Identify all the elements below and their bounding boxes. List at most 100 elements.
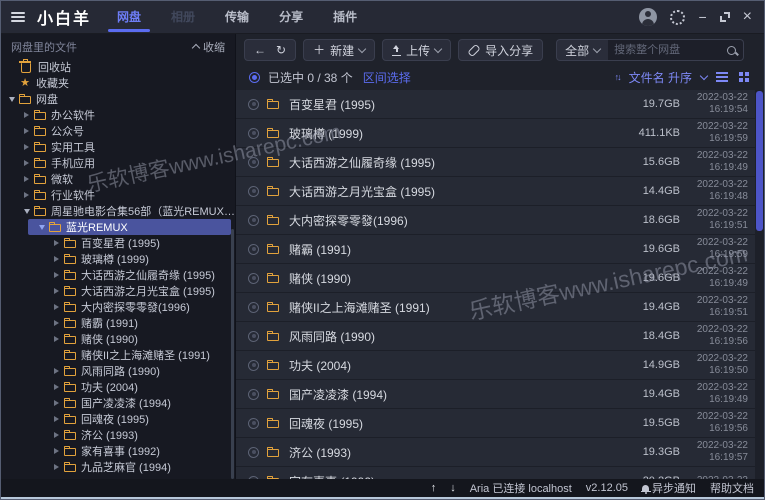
sidebar-item[interactable]: 国产凌凌漆 (1994) xyxy=(1,395,235,411)
expand-arrow-icon[interactable] xyxy=(24,209,34,214)
sidebar-item[interactable]: 回魂夜 (1995) xyxy=(1,411,235,427)
expand-arrow-icon[interactable] xyxy=(54,256,64,262)
row-radio-icon[interactable] xyxy=(248,301,259,313)
search-button[interactable] xyxy=(720,39,745,61)
sidebar-item[interactable]: 九品芝麻官 (1994) xyxy=(1,459,235,475)
expand-arrow-icon[interactable] xyxy=(54,384,64,390)
minimize-button[interactable]: − xyxy=(698,10,706,24)
sidebar-item[interactable]: 风雨同路 (1990) xyxy=(1,363,235,379)
sidebar-item[interactable]: 网盘 xyxy=(1,91,235,107)
row-radio-icon[interactable] xyxy=(248,446,259,458)
sidebar-item[interactable]: 百变星君 (1995) xyxy=(1,235,235,251)
sidebar-item[interactable]: 赌侠II之上海滩赌圣 (1991) xyxy=(1,347,235,363)
settings-gear-icon[interactable] xyxy=(670,9,686,25)
sidebar-item[interactable]: 蓝光REMUX xyxy=(1,219,235,235)
row-radio-icon[interactable] xyxy=(248,156,259,168)
tab-plugin[interactable]: 插件 xyxy=(333,1,357,34)
tab-netdisk[interactable]: 网盘 xyxy=(108,1,151,34)
table-row[interactable]: 国产凌凌漆 (1994) 19.4GB 2022-03-22 16:19:49 xyxy=(236,380,764,409)
expand-arrow-icon[interactable] xyxy=(54,416,64,422)
row-radio-icon[interactable] xyxy=(248,359,259,371)
row-radio-icon[interactable] xyxy=(248,388,259,400)
upload-speed-icon[interactable]: ↑ xyxy=(431,482,437,494)
grid-view-icon[interactable] xyxy=(739,72,743,76)
expand-arrow-icon[interactable] xyxy=(54,400,64,406)
expand-arrow-icon[interactable] xyxy=(24,176,34,182)
scrollbar-track[interactable] xyxy=(755,90,764,479)
sidebar-item[interactable]: 赌霸 (1991) xyxy=(1,315,235,331)
row-radio-icon[interactable] xyxy=(248,330,259,342)
table-row[interactable]: 赌侠 (1990) 19.6GB 2022-03-22 16:19:49 xyxy=(236,264,764,293)
sidebar-item[interactable]: 家有喜事 (1992) xyxy=(1,443,235,459)
table-row[interactable]: 赌霸 (1991) 19.6GB 2022-03-22 16:19:59 xyxy=(236,235,764,264)
sidebar-item[interactable]: 济公 (1993) xyxy=(1,427,235,443)
table-row[interactable]: 赌侠II之上海滩赌圣 (1991) 19.4GB 2022-03-22 16:19:5… xyxy=(236,293,764,322)
table-row[interactable]: 济公 (1993) 19.3GB 2022-03-22 16:19:57 xyxy=(236,438,764,467)
tab-transfer[interactable]: 传输 xyxy=(225,1,249,34)
table-row[interactable]: 风雨同路 (1990) 18.4GB 2022-03-22 16:19:56 xyxy=(236,322,764,351)
sidebar-item[interactable]: 实用工具 xyxy=(1,139,235,155)
expand-arrow-icon[interactable] xyxy=(24,144,34,150)
expand-arrow-icon[interactable] xyxy=(24,112,34,118)
expand-arrow-icon[interactable] xyxy=(54,320,64,326)
table-row[interactable]: 家有喜事 (1992)20.2GB2022-03-22 xyxy=(236,467,764,479)
sort-dropdown[interactable]: 文件名 升序 xyxy=(629,69,692,86)
row-radio-icon[interactable] xyxy=(248,272,259,284)
sidebar-item[interactable]: 行业软件 xyxy=(1,187,235,203)
scrollbar-thumb[interactable] xyxy=(756,91,763,231)
sidebar-item[interactable]: 周星驰电影合集56部（蓝光REMUX版）796G xyxy=(1,203,235,219)
expand-arrow-icon[interactable] xyxy=(39,225,49,230)
tab-share[interactable]: 分享 xyxy=(279,1,303,34)
select-all-radio-icon[interactable] xyxy=(249,71,260,83)
download-speed-icon[interactable]: ↓ xyxy=(450,482,456,494)
expand-arrow-icon[interactable] xyxy=(24,192,34,198)
sidebar-item[interactable]: 赌侠 (1990) xyxy=(1,331,235,347)
menu-icon[interactable] xyxy=(11,11,25,23)
import-share-button[interactable]: 导入分享 xyxy=(458,39,544,61)
sidebar-item[interactable]: 公众号 xyxy=(1,123,235,139)
collapse-button[interactable]: 收缩 xyxy=(191,39,225,55)
expand-arrow-icon[interactable] xyxy=(54,240,64,246)
sidebar-item[interactable]: 回收站 xyxy=(1,59,235,75)
search-input[interactable] xyxy=(608,39,721,61)
table-row[interactable]: 大话西游之仙履奇缘 (1995) 15.6GB 2022-03-22 16:19:49 xyxy=(236,148,764,177)
row-radio-icon[interactable] xyxy=(248,417,259,429)
async-notify-button[interactable]: 异步通知 xyxy=(640,480,696,496)
table-row[interactable]: 功夫 (2004) 14.9GB 2022-03-22 16:19:50 xyxy=(236,351,764,380)
sidebar-item[interactable]: 大话西游之仙履奇缘 (1995) xyxy=(1,267,235,283)
sidebar-item[interactable]: 大内密探零零發(1996) xyxy=(1,299,235,315)
table-row[interactable]: 大话西游之月光宝盒 (1995) 14.4GB 2022-03-22 16:19:48 xyxy=(236,177,764,206)
expand-arrow-icon[interactable] xyxy=(24,128,34,134)
row-radio-icon[interactable] xyxy=(248,214,259,226)
row-radio-icon[interactable] xyxy=(248,98,259,110)
close-button[interactable]: × xyxy=(743,9,752,25)
upload-button[interactable]: 上传 xyxy=(382,39,452,61)
sidebar-item[interactable]: ★ 收藏夹 xyxy=(1,75,235,91)
sidebar-item[interactable]: 手机应用 xyxy=(1,155,235,171)
row-radio-icon[interactable] xyxy=(248,185,259,197)
expand-arrow-icon[interactable] xyxy=(54,432,64,438)
search-filter-dropdown[interactable]: 全部 xyxy=(556,39,609,61)
sidebar-item[interactable]: 微软 xyxy=(1,171,235,187)
range-select-link[interactable]: 区间选择 xyxy=(363,69,411,86)
table-row[interactable]: 玻璃樽 (1999) 411.1KB 2022-03-22 16:19:59 xyxy=(236,119,764,148)
expand-arrow-icon[interactable] xyxy=(54,448,64,454)
sidebar-item[interactable]: 功夫 (2004) xyxy=(1,379,235,395)
table-row[interactable]: 回魂夜 (1995) 19.5GB 2022-03-22 16:19:56 xyxy=(236,409,764,438)
expand-arrow-icon[interactable] xyxy=(54,336,64,342)
table-row[interactable]: 百变星君 (1995) 19.7GB 2022-03-22 16:19:54 xyxy=(236,90,764,119)
list-view-icon[interactable] xyxy=(716,72,728,74)
expand-arrow-icon[interactable] xyxy=(54,464,64,470)
tab-album[interactable]: 相册 xyxy=(171,1,195,34)
expand-arrow-icon[interactable] xyxy=(54,272,64,278)
expand-arrow-icon[interactable] xyxy=(54,288,64,294)
expand-arrow-icon[interactable] xyxy=(24,160,34,166)
expand-arrow-icon[interactable] xyxy=(54,304,64,310)
new-button[interactable]: ＋ 新建 xyxy=(303,39,376,61)
sidebar-item[interactable]: 办公软件 xyxy=(1,107,235,123)
expand-arrow-icon[interactable] xyxy=(9,97,19,102)
expand-arrow-icon[interactable] xyxy=(54,368,64,374)
maximize-button[interactable] xyxy=(719,12,730,22)
row-radio-icon[interactable] xyxy=(248,127,259,139)
back-icon[interactable]: ← xyxy=(254,44,266,56)
